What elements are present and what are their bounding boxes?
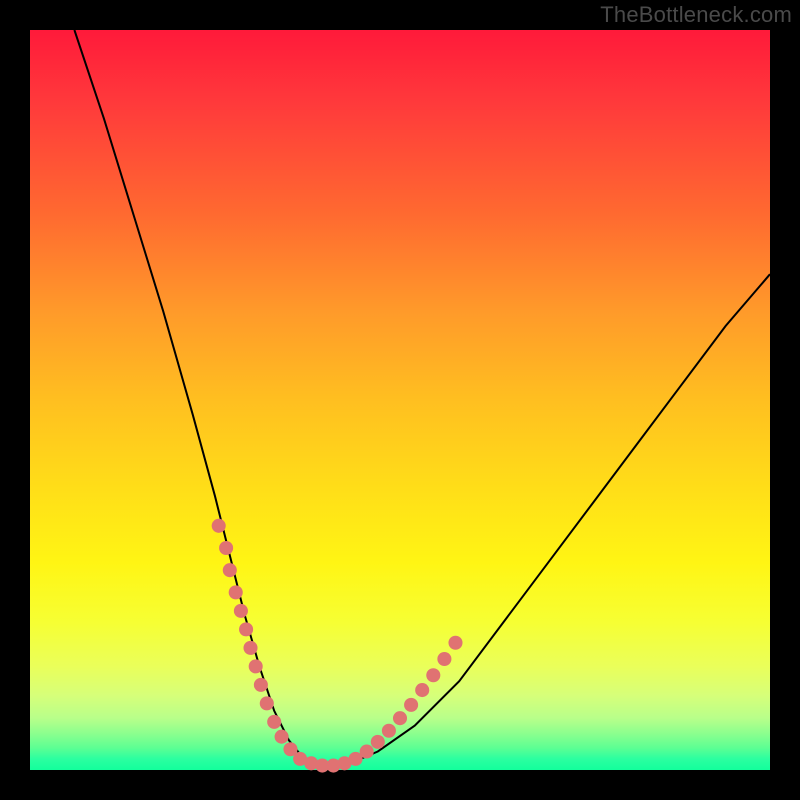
dot-highlight-dots-right (415, 683, 429, 697)
dot-highlight-dots-right (393, 711, 407, 725)
curve-bottleneck-curve (74, 30, 770, 766)
dot-highlight-dots-right (404, 698, 418, 712)
dot-highlight-dots-left (275, 730, 289, 744)
dot-highlight-dots-right (382, 724, 396, 738)
dot-highlight-dots-left (234, 604, 248, 618)
dot-highlight-dots-right (437, 652, 451, 666)
chart-frame: TheBottleneck.com (0, 0, 800, 800)
dot-highlight-dots-right (448, 636, 462, 650)
dot-highlight-dots-left (239, 622, 253, 636)
dot-highlight-dots-left (229, 585, 243, 599)
dot-highlight-dots-left (223, 563, 237, 577)
plot-area (30, 30, 770, 770)
watermark-text: TheBottleneck.com (600, 2, 792, 28)
dot-highlight-dots-right (426, 668, 440, 682)
dot-highlight-dots-right (371, 735, 385, 749)
chart-svg (30, 30, 770, 770)
dot-highlight-dots-left (267, 715, 281, 729)
dot-highlight-dots-left (212, 519, 226, 533)
dot-highlight-dots-right (360, 744, 374, 758)
dot-highlight-dots-left (219, 541, 233, 555)
dot-highlight-dots-left (249, 659, 263, 673)
dot-highlight-dots-left (243, 641, 257, 655)
dot-highlight-dots-left (260, 696, 274, 710)
series-group (74, 30, 770, 773)
dot-highlight-dots-left (254, 678, 268, 692)
